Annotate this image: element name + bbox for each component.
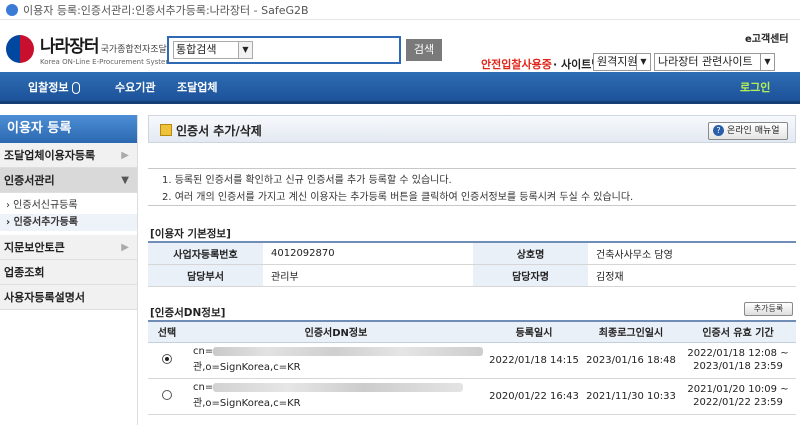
person-label: 담당자명 (473, 264, 588, 287)
nav-supplier[interactable]: 조달업체 (177, 72, 217, 104)
window-titlebar: 이용자 등록:인증서관리:인증서추가등록:나라장터 - SafeG2B (0, 0, 800, 20)
col-dn: 인증서DN정보 (186, 320, 486, 343)
related-sites-select[interactable]: 나라장터 관련사이트 ▼ (654, 53, 775, 71)
redacted-dn (213, 382, 464, 392)
dn-cell: cn= 관,o=SignKorea,c=KR (186, 342, 486, 379)
biz-no-value: 4012092870 (263, 241, 473, 265)
dept-label: 담당부서 (148, 264, 263, 287)
notice-box: 1. 등록된 인증서를 확인하고 신규 인증서를 추가 등록할 수 있습니다. … (148, 168, 796, 206)
login-link[interactable]: 로그인 (740, 72, 770, 104)
table-row[interactable]: cn= 관,o=SignKorea,c=KR 2020/01/22 16:43 2… (148, 378, 796, 415)
cert-dn-table: 선택 인증서DN정보 등록일시 최종로그인일시 인증서 유효 기간 cn= 관,o… (148, 320, 796, 415)
e-customer-center-link[interactable]: e고객센터 (745, 30, 789, 45)
redacted-dn (213, 346, 484, 356)
logo-text: 나라장터 국가종합전자조달 (40, 37, 167, 57)
chevron-right-icon: ▶ (121, 242, 129, 253)
search-type-select[interactable]: 통합검색 ▼ (173, 41, 253, 59)
registered-cell: 2020/01/22 16:43 (486, 378, 582, 415)
page-title: 인증서 추가/삭제 (176, 124, 262, 138)
col-registered: 등록일시 (486, 320, 582, 343)
global-nav: 입찰정보 수요기관 조달업체 로그인 (0, 72, 800, 104)
dn-info-title: [인증서DN정보] (150, 307, 226, 319)
side-sub-cert-add[interactable]: › 인증서추가등록 (0, 214, 137, 231)
company-label: 상호명 (473, 241, 588, 265)
search-button[interactable]: 검색 (406, 39, 442, 61)
registered-cell: 2022/01/18 14:15 (486, 342, 582, 379)
sitemap-select[interactable]: 원격지원 ▼ (593, 53, 651, 71)
side-menu-supplier-register[interactable]: 조달업체이용자등록 ▶ (0, 143, 137, 168)
basic-info-table: 사업자등록번호 4012092870 상호명 건축사사무소 담영 담당부서 관리… (148, 241, 796, 287)
notice-line-2: 2. 여러 개의 인증서를 가지고 계신 이용자는 추가등록 버튼을 클릭하여 … (162, 192, 634, 203)
window-title: 이용자 등록:인증서관리:인증서추가등록:나라장터 - SafeG2B (23, 3, 309, 17)
table-row[interactable]: cn= 관,o=SignKorea,c=KR 2022/01/18 14:15 2… (148, 342, 796, 379)
search-box[interactable]: 통합검색 ▼ (167, 36, 401, 64)
help-icon: ? (713, 125, 724, 136)
site-logo[interactable]: 나라장터 국가종합전자조달 Korea ON-Line E-Procurement… (6, 32, 172, 66)
last-login-cell: 2021/11/30 10:33 (582, 378, 680, 415)
person-value: 김정재 (588, 264, 796, 287)
mouse-icon (72, 82, 81, 94)
basic-info-title: [이용자 기본정보] (150, 228, 231, 240)
side-menu-fingerprint-token[interactable]: 지문보안토큰 ▶ (0, 235, 137, 260)
col-validity: 인증서 유효 기간 (680, 320, 796, 343)
validity-cell: 2022/01/18 12:08 ~2023/01/18 23:59 (680, 342, 796, 379)
dept-value: 관리부 (263, 264, 473, 287)
side-sub-cert-new[interactable]: › 인증서신규등록 (0, 197, 137, 214)
biz-no-label: 사업자등록번호 (148, 241, 263, 265)
chevron-down-icon: ▼ (238, 42, 252, 58)
page-title-bar: 인증서 추가/삭제 ? 온라인 매뉴얼 (148, 115, 796, 143)
safe-bid-status[interactable]: 안전입찰사용중 (481, 56, 552, 72)
site-header: 나라장터 국가종합전자조달 Korea ON-Line E-Procurement… (0, 20, 800, 72)
chevron-down-icon: ▼ (121, 175, 129, 186)
logo-english: Korea ON-Line E-Procurement System (40, 58, 173, 66)
side-nav-title: 이용자 등록 (0, 115, 137, 143)
table-header-row: 선택 인증서DN정보 등록일시 최종로그인일시 인증서 유효 기간 (148, 320, 796, 343)
side-nav: 이용자 등록 조달업체이용자등록 ▶ 인증서관리 ▼ › 인증서신규등록 › 인증서… (0, 115, 138, 425)
nav-bid-info[interactable]: 입찰정보 (28, 72, 81, 104)
cert-radio-1[interactable] (162, 353, 172, 364)
cert-radio-2[interactable] (162, 389, 172, 400)
chevron-down-icon: ▼ (760, 54, 774, 70)
pencil-icon (160, 124, 172, 136)
validity-cell: 2021/01/20 10:09 ~2022/01/22 23:59 (680, 378, 796, 415)
dn-cell: cn= 관,o=SignKorea,c=KR (186, 378, 486, 415)
chevron-right-icon: ▶ (121, 150, 129, 161)
browser-icon (6, 3, 18, 16)
side-menu-industry-search[interactable]: 업종조회 (0, 260, 137, 285)
taegeuk-emblem-icon (6, 35, 34, 63)
row-select-cell (148, 378, 186, 415)
col-select: 선택 (148, 320, 186, 343)
online-manual-button[interactable]: ? 온라인 매뉴얼 (708, 122, 788, 140)
nav-demand-agency[interactable]: 수요기관 (115, 72, 155, 104)
side-menu-cert-manage[interactable]: 인증서관리 ▼ (0, 168, 137, 193)
col-last-login: 최종로그인일시 (582, 320, 680, 343)
row-select-cell (148, 342, 186, 379)
notice-line-1: 1. 등록된 인증서를 확인하고 신규 인증서를 추가 등록할 수 있습니다. (162, 175, 452, 186)
company-value: 건축사사무소 담영 (588, 241, 796, 265)
add-register-button[interactable]: 추가등록 (744, 302, 793, 316)
chevron-down-icon: ▼ (636, 54, 650, 70)
last-login-cell: 2023/01/16 18:48 (582, 342, 680, 379)
side-menu-user-guide[interactable]: 사용자등록설명서 (0, 285, 137, 310)
